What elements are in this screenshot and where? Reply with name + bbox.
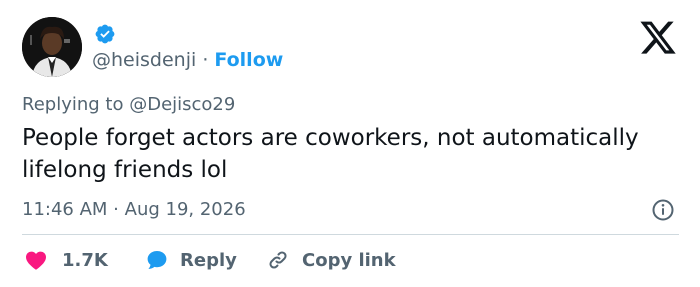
like-count: 1.7K (62, 249, 108, 271)
reply-button[interactable]: Reply (145, 246, 237, 274)
tweet-date: Aug 19, 2026 (124, 199, 246, 220)
heart-icon (26, 251, 46, 270)
info-icon[interactable] (651, 198, 675, 222)
like-button[interactable]: 1.7K (24, 246, 108, 274)
divider (22, 234, 679, 235)
author-row: @heisdenji · Follow (92, 48, 283, 72)
copy-link-button[interactable]: Copy link (266, 246, 396, 274)
replying-to-prefix: Replying to (22, 94, 130, 115)
time-separator: · (107, 199, 125, 220)
copy-link-label: Copy link (302, 249, 396, 271)
replying-to-handle[interactable]: @Dejisco29 (129, 94, 235, 115)
reply-label: Reply (180, 249, 237, 271)
x-logo-icon[interactable] (638, 18, 678, 54)
separator-dot: · (202, 49, 209, 71)
link-icon (269, 251, 287, 269)
timestamp[interactable]: 11:46 AM · Aug 19, 2026 (22, 198, 246, 222)
speech-bubble-icon (147, 251, 167, 269)
verified-badge-icon (95, 24, 115, 44)
tweet-text: People forget actors are coworkers, not … (22, 125, 639, 183)
author-handle[interactable]: @heisdenji (92, 49, 196, 71)
avatar[interactable] (22, 17, 82, 77)
follow-button[interactable]: Follow (214, 49, 283, 71)
tweet-time: 11:46 AM (22, 199, 108, 220)
replying-to: Replying to @Dejisco29 (22, 93, 235, 117)
